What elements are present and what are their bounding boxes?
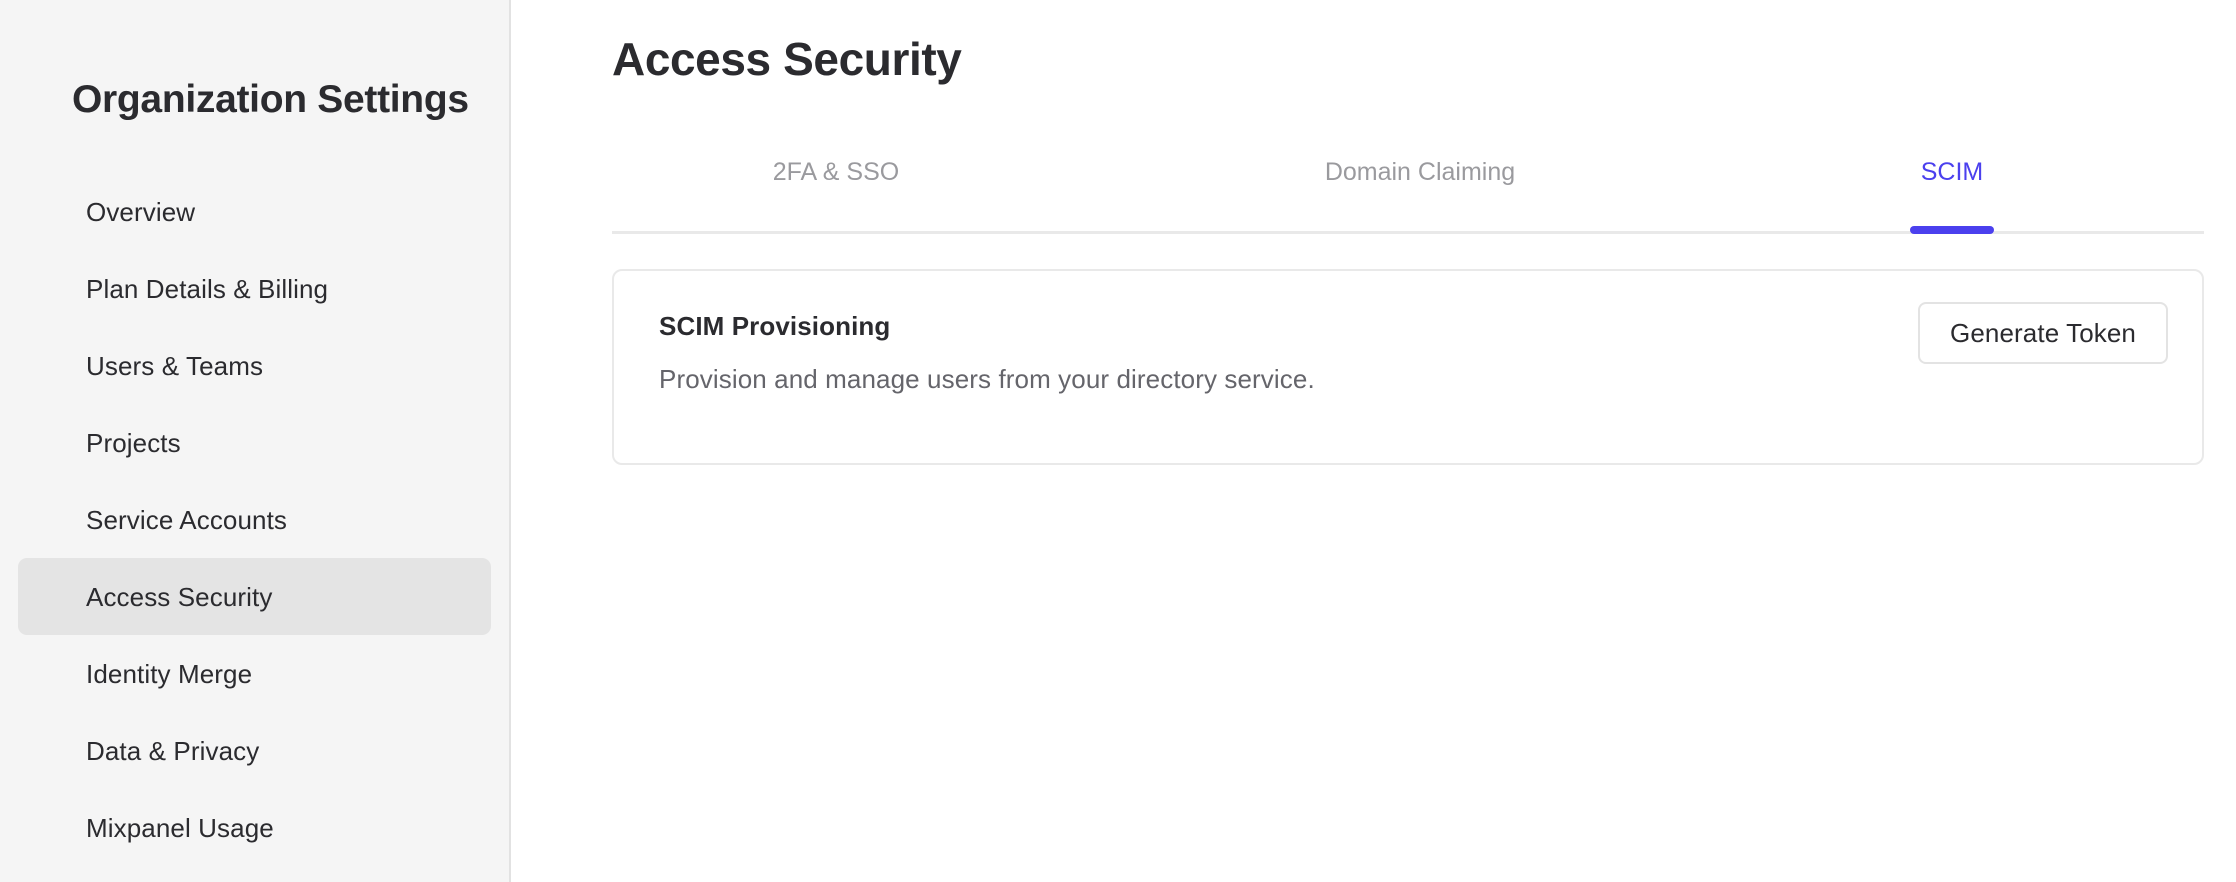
sidebar-item-label: Users & Teams: [86, 350, 264, 381]
tab-label: Domain Claiming: [1324, 158, 1516, 186]
tab-domain-claiming[interactable]: Domain Claiming: [1270, 160, 1570, 234]
sidebar-item-mixpanel-usage[interactable]: Mixpanel Usage: [18, 789, 491, 866]
tab-2fa-sso[interactable]: 2FA & SSO: [686, 160, 986, 234]
sidebar-item-plan-details-billing[interactable]: Plan Details & Billing: [18, 250, 491, 327]
sidebar-item-projects[interactable]: Projects: [18, 404, 491, 481]
sidebar-item-label: Projects: [86, 427, 181, 458]
main-content: Access Security 2FA & SSO Domain Claimin…: [511, 0, 2236, 882]
page-title: Access Security: [612, 33, 962, 85]
sidebar-item-label: Overview: [86, 196, 196, 227]
sidebar-item-users-teams[interactable]: Users & Teams: [18, 327, 491, 404]
sidebar: Organization Settings Overview Plan Deta…: [0, 0, 511, 882]
active-tab-indicator: [1910, 226, 1994, 234]
sidebar-title: Organization Settings: [72, 78, 469, 121]
sidebar-nav: Overview Plan Details & Billing Users & …: [0, 173, 509, 866]
card-description: Provision and manage users from your dir…: [659, 364, 1315, 394]
app-root: Organization Settings Overview Plan Deta…: [0, 0, 2236, 882]
tab-label: SCIM: [1920, 158, 1984, 186]
generate-token-button[interactable]: Generate Token: [1918, 302, 2168, 364]
sidebar-item-label: Access Security: [86, 581, 273, 612]
scim-provisioning-card: SCIM Provisioning Provision and manage u…: [612, 269, 2204, 465]
tab-bar: 2FA & SSO Domain Claiming SCIM: [612, 160, 2204, 234]
tab-label: 2FA & SSO: [772, 158, 900, 186]
sidebar-item-label: Identity Merge: [86, 658, 253, 689]
sidebar-item-data-privacy[interactable]: Data & Privacy: [18, 712, 491, 789]
sidebar-item-overview[interactable]: Overview: [18, 173, 491, 250]
sidebar-item-label: Plan Details & Billing: [86, 273, 329, 304]
sidebar-item-label: Service Accounts: [86, 504, 288, 535]
sidebar-item-identity-merge[interactable]: Identity Merge: [18, 635, 491, 712]
sidebar-item-label: Mixpanel Usage: [86, 812, 274, 843]
sidebar-item-service-accounts[interactable]: Service Accounts: [18, 481, 491, 558]
card-heading: SCIM Provisioning: [659, 311, 891, 341]
card-text-block: SCIM Provisioning Provision and manage u…: [659, 313, 1315, 392]
sidebar-item-label: Data & Privacy: [86, 735, 260, 766]
tab-scim[interactable]: SCIM: [1852, 160, 2052, 234]
sidebar-item-access-security[interactable]: Access Security: [18, 558, 491, 635]
